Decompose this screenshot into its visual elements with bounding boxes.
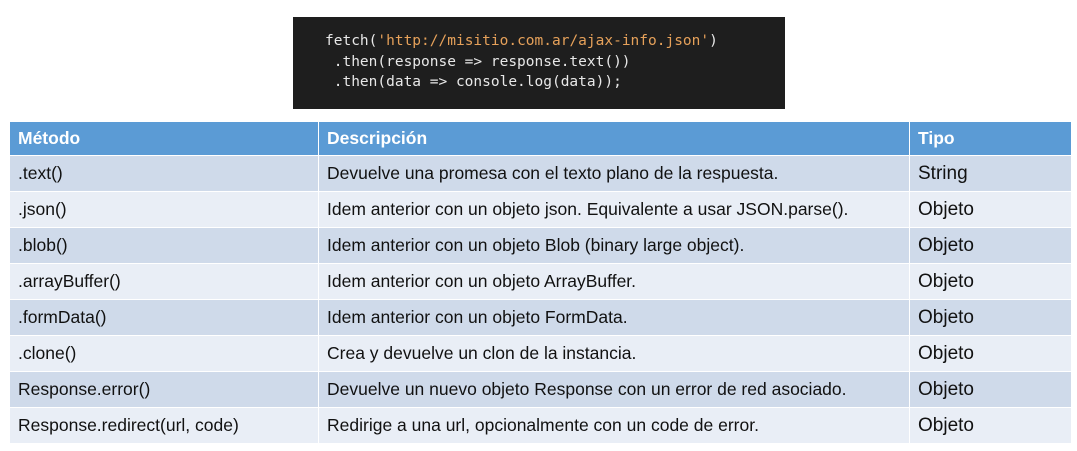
code-url-string: 'http://misitio.com.ar/ajax-info.json' — [377, 33, 710, 49]
method-cell: .arrayBuffer() — [9, 263, 319, 300]
method-cell: .formData() — [9, 299, 319, 336]
table-row: Response.error() Devuelve un nuevo objet… — [9, 371, 1072, 408]
type-cell: Objeto — [909, 263, 1072, 300]
header-type: Tipo — [909, 121, 1072, 156]
table-row: .blob() Idem anterior con un objeto Blob… — [9, 227, 1072, 264]
header-method: Método — [9, 121, 319, 156]
method-cell: .clone() — [9, 335, 319, 372]
response-methods-table: Método Descripción Tipo .text() Devuelve… — [9, 121, 1072, 444]
description-cell: Crea y devuelve un clon de la instancia. — [318, 335, 910, 372]
code-line-1: fetch('http://misitio.com.ar/ajax-info.j… — [325, 31, 785, 52]
type-cell: String — [909, 155, 1072, 192]
code-fetch-call: fetch( — [325, 33, 378, 49]
type-cell: Objeto — [909, 335, 1072, 372]
type-cell: Objeto — [909, 299, 1072, 336]
code-fetch-close: ) — [709, 33, 718, 49]
description-cell: Devuelve una promesa con el texto plano … — [318, 155, 910, 192]
table-row: .text() Devuelve una promesa con el text… — [9, 155, 1072, 192]
table-header-row: Método Descripción Tipo — [9, 121, 1072, 156]
code-snippet: fetch('http://misitio.com.ar/ajax-info.j… — [293, 17, 785, 109]
table-row: .arrayBuffer() Idem anterior con un obje… — [9, 263, 1072, 300]
code-line-2: .then(response => response.text()) — [325, 53, 631, 70]
method-cell: .json() — [9, 191, 319, 228]
code-line-3: .then(data => console.log(data)); — [325, 74, 622, 90]
description-cell: Idem anterior con un objeto FormData. — [318, 299, 910, 336]
type-cell: Objeto — [909, 371, 1072, 408]
table-row: .json() Idem anterior con un objeto json… — [9, 191, 1072, 228]
description-cell: Idem anterior con un objeto Blob (binary… — [318, 227, 910, 264]
description-cell: Devuelve un nuevo objeto Response con un… — [318, 371, 910, 408]
table-row: .formData() Idem anterior con un objeto … — [9, 299, 1072, 336]
table-row: Response.redirect(url, code) Redirige a … — [9, 407, 1072, 444]
header-description: Descripción — [318, 121, 910, 156]
method-cell: .text() — [9, 155, 319, 192]
description-cell: Redirige a una url, opcionalmente con un… — [318, 407, 910, 444]
method-cell: .blob() — [9, 227, 319, 264]
type-cell: Objeto — [909, 191, 1072, 228]
type-cell: Objeto — [909, 227, 1072, 264]
method-cell: Response.redirect(url, code) — [9, 407, 319, 444]
type-cell: Objeto — [909, 407, 1072, 444]
method-cell: Response.error() — [9, 371, 319, 408]
table-row: .clone() Crea y devuelve un clon de la i… — [9, 335, 1072, 372]
description-cell: Idem anterior con un objeto json. Equiva… — [318, 191, 910, 228]
description-cell: Idem anterior con un objeto ArrayBuffer. — [318, 263, 910, 300]
